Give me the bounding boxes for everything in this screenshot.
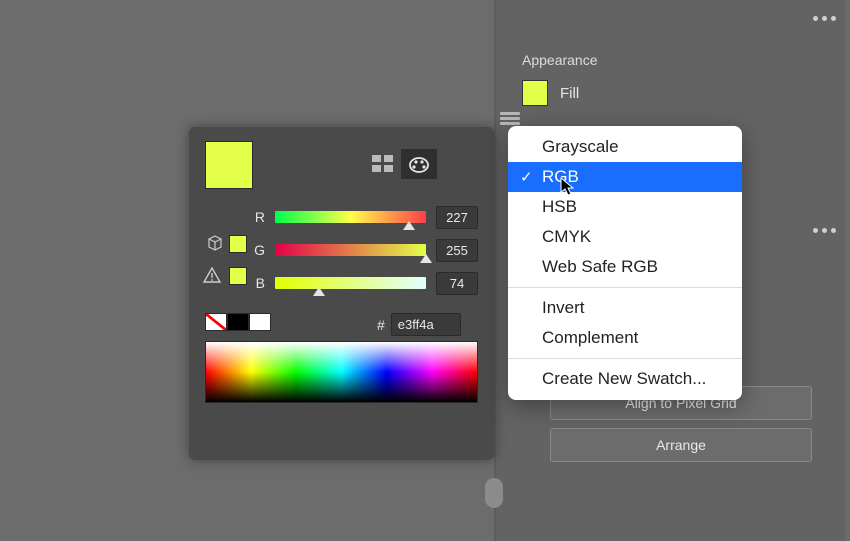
blue-slider-row: B 74 xyxy=(205,269,478,297)
red-label: R xyxy=(205,209,275,225)
blue-label: B xyxy=(205,275,275,291)
green-label: G xyxy=(205,242,275,258)
menu-item-web-safe-rgb[interactable]: Web Safe RGB xyxy=(508,252,742,282)
picker-mode-toggle xyxy=(365,149,437,179)
appearance-heading: Appearance xyxy=(522,52,598,68)
hex-row: # e3ff4a xyxy=(377,313,461,336)
menu-item-invert[interactable]: Invert xyxy=(508,293,742,323)
fill-label: Fill xyxy=(560,85,579,102)
color-mode-button[interactable] xyxy=(401,149,437,179)
red-value-input[interactable]: 227 xyxy=(436,206,478,229)
blue-slider[interactable] xyxy=(275,277,426,289)
green-slider-row: G 255 xyxy=(205,236,478,264)
hex-input[interactable]: e3ff4a xyxy=(391,313,461,336)
section-menu-icon[interactable] xyxy=(813,228,836,233)
red-slider-thumb[interactable] xyxy=(403,221,415,230)
arrange-button[interactable]: Arrange xyxy=(550,428,812,462)
green-value-input[interactable]: 255 xyxy=(436,239,478,262)
menu-item-rgb[interactable]: ✓RGB xyxy=(508,162,742,192)
white-swatch[interactable] xyxy=(249,313,271,331)
black-swatch[interactable] xyxy=(227,313,249,331)
current-color-swatch[interactable] xyxy=(205,141,253,189)
menu-item-grayscale[interactable]: Grayscale xyxy=(508,132,742,162)
none-swatch[interactable] xyxy=(205,313,227,331)
panel-menu-icon[interactable] xyxy=(813,16,836,21)
fill-row[interactable]: Fill xyxy=(522,80,579,106)
blue-value-input[interactable]: 74 xyxy=(436,272,478,295)
resize-handle[interactable] xyxy=(485,478,503,508)
color-picker-panel: R 227 G 255 B 74 # e3ff4a xyxy=(189,127,494,460)
menu-item-cmyk[interactable]: CMYK xyxy=(508,222,742,252)
menu-item-hsb[interactable]: HSB xyxy=(508,192,742,222)
menu-item-complement[interactable]: Complement xyxy=(508,323,742,353)
hash-label: # xyxy=(377,317,385,333)
list-toggle-icon[interactable] xyxy=(500,112,520,126)
menu-separator xyxy=(508,287,742,288)
red-slider-row: R 227 xyxy=(205,203,478,231)
color-spectrum[interactable] xyxy=(205,341,478,403)
color-model-menu: Grayscale ✓RGB HSB CMYK Web Safe RGB Inv… xyxy=(508,126,742,400)
none-black-white-swatches xyxy=(205,313,271,331)
green-slider[interactable] xyxy=(275,244,426,256)
red-slider[interactable] xyxy=(275,211,426,223)
swatches-mode-button[interactable] xyxy=(365,149,401,179)
menu-separator xyxy=(508,358,742,359)
checkmark-icon: ✓ xyxy=(520,168,533,186)
green-slider-thumb[interactable] xyxy=(420,254,432,263)
blue-slider-thumb[interactable] xyxy=(313,287,325,296)
fill-swatch[interactable] xyxy=(522,80,548,106)
menu-item-create-swatch[interactable]: Create New Swatch... xyxy=(508,364,742,394)
